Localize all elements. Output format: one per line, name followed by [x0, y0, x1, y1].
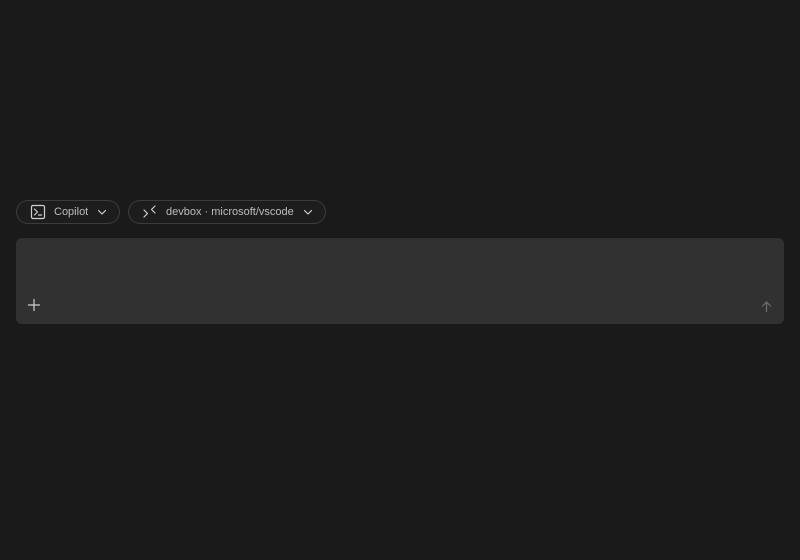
chevron-down-icon [302, 206, 314, 218]
target-picker-label: devbox · microsoft/vscode [166, 206, 294, 218]
send-button[interactable] [758, 298, 774, 314]
chat-input[interactable] [28, 248, 772, 292]
remote-icon [141, 204, 158, 221]
arrow-up-icon [760, 300, 773, 313]
chip-row: Copilot devbox · microsoft/vscode [16, 200, 326, 224]
chat-input-box [16, 238, 784, 324]
chevron-down-icon [96, 206, 108, 218]
terminal-icon [29, 204, 46, 221]
plus-icon [27, 298, 41, 312]
add-context-button[interactable] [25, 296, 43, 314]
target-picker-button[interactable]: devbox · microsoft/vscode [128, 200, 326, 224]
agent-picker-label: Copilot [54, 206, 89, 218]
chat-panel: Copilot devbox · microsoft/vscode [0, 0, 800, 560]
agent-picker-button[interactable]: Copilot [16, 200, 120, 224]
